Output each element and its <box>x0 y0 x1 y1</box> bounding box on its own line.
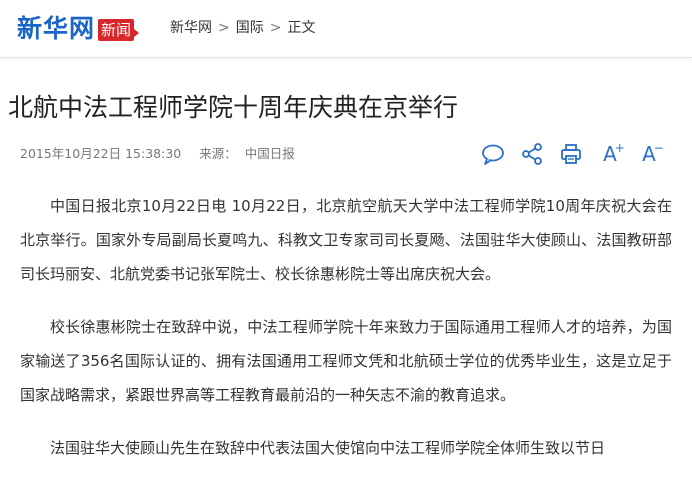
article-body: 中国日报北京10月22日电 10月22日，北京航空航天大学中法工程师学院10周年… <box>20 189 672 484</box>
article-toolbar: A + A − <box>480 141 675 166</box>
breadcrumb-separator: > <box>218 20 230 36</box>
font-decrease-button[interactable]: A − <box>636 141 664 166</box>
breadcrumb-current: 正文 <box>287 20 316 36</box>
article-paragraph: 法国驻华大使顾山先生在致辞中代表法国大使馆向中法工程师学院全体师生致以节日 <box>50 439 606 457</box>
article-title: 北航中法工程师学院十周年庆典在京举行 <box>8 93 459 122</box>
breadcrumb-international[interactable]: 国际 <box>236 18 264 38</box>
site-logo[interactable]: 新华网 新闻 <box>17 12 140 46</box>
share-button[interactable] <box>519 142 545 166</box>
breadcrumb-home[interactable]: 新华网 <box>170 18 212 38</box>
comment-icon <box>482 144 504 165</box>
site-header: 新华网 新闻 新华网 > 国际 > 正文 <box>0 0 692 58</box>
source-label: 来源： <box>199 146 237 161</box>
print-button[interactable] <box>558 142 584 166</box>
share-icon <box>522 143 542 165</box>
comment-button[interactable] <box>480 142 506 166</box>
breadcrumb-separator: > <box>269 20 282 36</box>
article-meta: 2015年10月22日 15:38:30 来源： 中国日报 <box>20 144 309 164</box>
logo-badge: 新闻 <box>98 19 140 41</box>
source-name: 中国日报 <box>244 146 295 161</box>
minus-sign: − <box>653 141 664 155</box>
plus-sign: + <box>614 141 625 155</box>
font-increase-button[interactable]: A + <box>597 141 625 166</box>
article-paragraph: 中国日报北京10月22日电 10月22日，北京航空航天大学中法工程师学院10周年… <box>20 197 672 283</box>
font-decrease-icon: A − <box>642 141 664 166</box>
article-paragraph: 校长徐惠彬院士在致辞中说，中法工程师学院十年来致力于国际通用工程师人才的培养，为… <box>20 318 672 404</box>
breadcrumb: 新华网 > 国际 > 正文 <box>170 18 315 38</box>
publish-date: 2015年10月22日 15:38:30 <box>20 146 182 161</box>
font-increase-icon: A + <box>603 141 625 166</box>
logo-text: 新华网 <box>17 14 96 43</box>
print-icon <box>561 144 581 164</box>
